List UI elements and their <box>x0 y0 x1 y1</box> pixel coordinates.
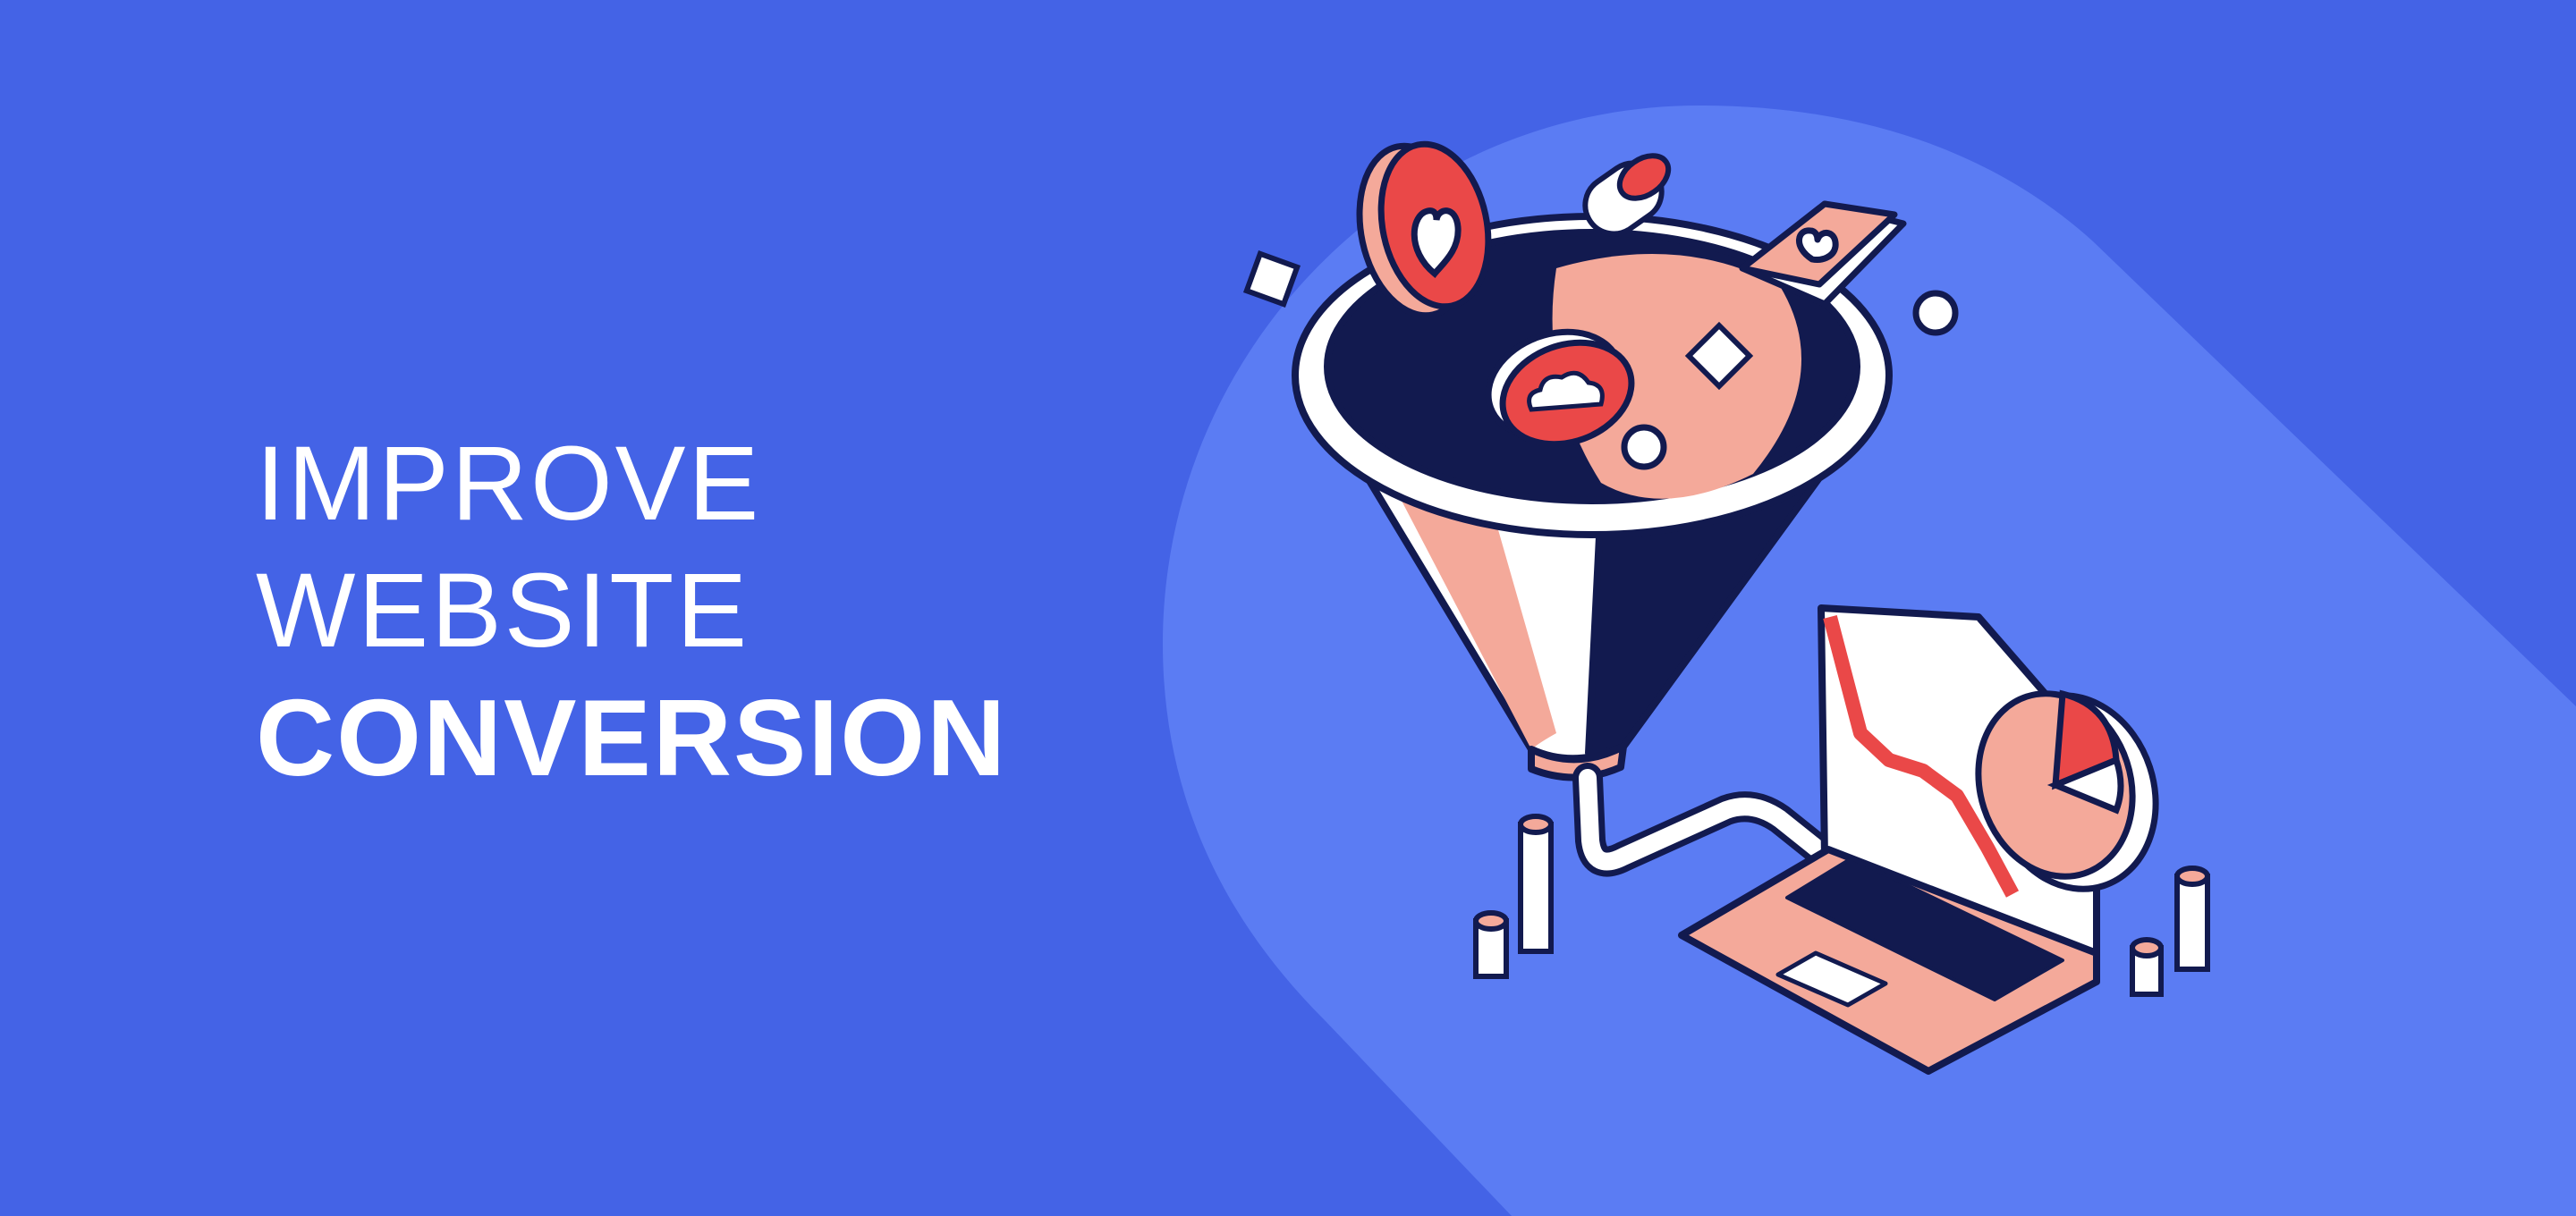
small-ring <box>1621 424 1667 470</box>
headline: IMPROVE WEBSITE CONVERSION <box>256 420 1007 801</box>
headline-line-1: IMPROVE <box>256 425 762 543</box>
small-ring <box>1912 290 1959 336</box>
small-cube <box>1242 249 1301 308</box>
banner: IMPROVE WEBSITE CONVERSION <box>0 0 2576 1216</box>
headline-line-3: CONVERSION <box>256 677 1008 798</box>
headline-line-2: WEBSITE <box>256 552 750 670</box>
heart-icon <box>1796 227 1839 263</box>
